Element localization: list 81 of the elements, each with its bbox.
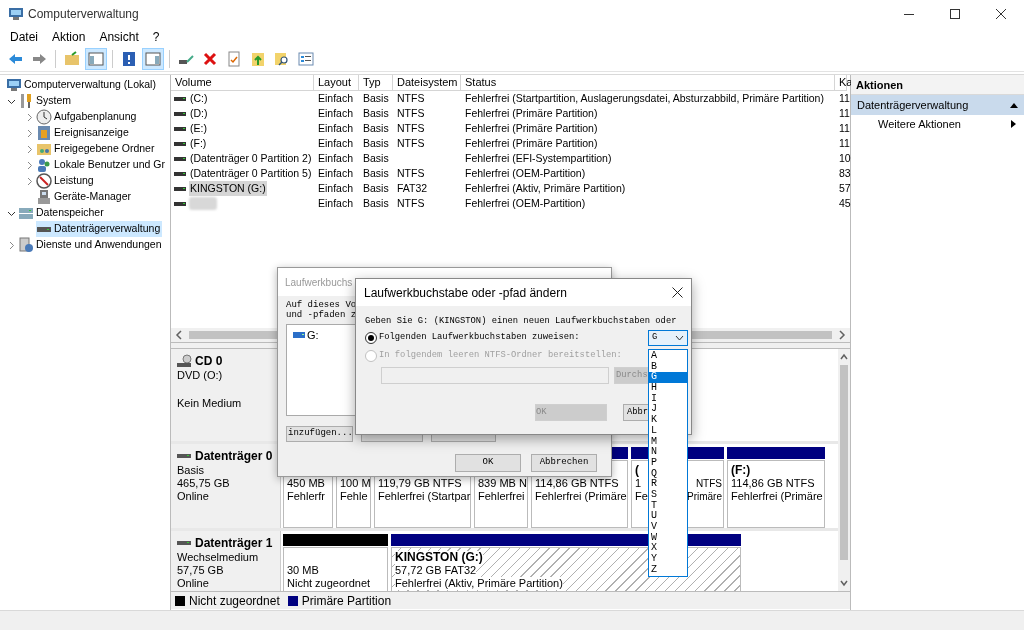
- disk-name: CD 0: [195, 355, 223, 367]
- partition-status: Fehlerfrei (Startpar: [378, 490, 471, 503]
- dialog-title: Laufwerkbuchstabe oder -pfad ändern: [364, 284, 567, 302]
- partition-status: Nicht zugeordnet: [287, 577, 371, 590]
- disk-type: Wechselmedium: [177, 551, 259, 563]
- legend-label: Nicht zugeordnet: [189, 592, 280, 610]
- table-cell: Einfach: [318, 106, 354, 119]
- partition-status: Fehlerfrei: [478, 490, 525, 503]
- dialog-title: Laufwerkbuchs: [285, 275, 353, 290]
- table-cell: Einfach: [318, 121, 354, 134]
- table-cell: Einfach: [318, 166, 354, 179]
- partition-label: (: [635, 464, 639, 477]
- table-cell: NTFS: [397, 91, 425, 104]
- table-cell: 11: [839, 106, 850, 119]
- window-title: Computerverwaltung: [28, 6, 139, 23]
- disk-status: Online: [177, 577, 209, 589]
- disk-size: 465,75 GB: [177, 477, 230, 489]
- table-cell: Basis: [363, 121, 389, 134]
- panel-title: Aktionen: [851, 75, 1024, 95]
- partition-size: 114,86 GB NTFS: [535, 477, 619, 490]
- partition-status: Fe: [635, 490, 648, 503]
- partition-size: 30 MB: [287, 564, 319, 577]
- disk-status: Online: [177, 490, 209, 502]
- table-cell: NTFS: [397, 136, 425, 149]
- partition-status: Fehlerfrei (Aktiv, Primäre Partition): [395, 577, 563, 590]
- partition-size: 839 MB N: [478, 477, 527, 490]
- table-cell: Fehlerfrei (Aktiv, Primäre Partition): [465, 181, 626, 194]
- table-cell: Basis: [363, 151, 389, 164]
- table-cell: 83: [839, 166, 851, 179]
- table-cell: Fehlerfrei (Primäre Partition): [465, 106, 598, 119]
- table-cell: Fehlerfrei (EFI-Systempartition): [465, 151, 612, 164]
- partition-size: 450 MB: [287, 477, 325, 490]
- partition-size: 114,86 GB NTFS: [731, 477, 815, 490]
- disk-name: Datenträger 1: [195, 537, 273, 549]
- disk-type: DVD (O:): [177, 369, 223, 381]
- partition-status: Primäre: [687, 490, 722, 503]
- legend-label: Primäre Partition: [301, 592, 392, 610]
- table-cell: Fehlerfrei (OEM-Partition): [465, 166, 586, 179]
- partition-size: 1: [635, 477, 642, 490]
- table-cell: Fehlerfrei (OEM-Partition): [465, 196, 586, 209]
- table-cell: Einfach: [318, 151, 354, 164]
- partition-status: Fehlerfr: [287, 490, 325, 503]
- table-cell: Einfach: [318, 181, 354, 194]
- dialog-text: Geben Sie G: (KINGSTON) einen neuen Laufwerkbuchstaben oder: [365, 315, 678, 327]
- partition-label: KINGSTON (G:): [395, 551, 483, 564]
- disk-size: 57,75 GB: [177, 564, 224, 576]
- table-cell: 11: [839, 136, 850, 149]
- table-cell: NTFS: [397, 196, 425, 209]
- table-cell: 11: [839, 91, 850, 104]
- table-cell: Einfach: [318, 136, 354, 149]
- partition-label: (F:): [731, 464, 751, 477]
- partition-size: 100 M: [340, 477, 371, 490]
- table-cell: FAT32: [397, 181, 428, 194]
- table-cell: Fehlerfrei (Startpartition, Auslagerungsdatei, Absturzabbild, Primäre Partition): [465, 91, 824, 104]
- table-cell: 11: [839, 121, 850, 134]
- table-cell: Basis: [363, 196, 389, 209]
- disk-type: Basis: [177, 464, 204, 476]
- dialog-text: und -pfaden z: [286, 310, 357, 320]
- table-cell: Einfach: [318, 91, 354, 104]
- table-cell: NTFS: [397, 121, 425, 134]
- table-cell: Fehlerfrei (Primäre Partition): [465, 136, 598, 149]
- partition-size: 57,72 GB FAT32: [395, 564, 477, 577]
- partition-status: Fehle: [340, 490, 368, 503]
- table-cell: 45: [839, 196, 851, 209]
- table-cell: NTFS: [397, 166, 425, 179]
- partition-size: 119,79 GB NTFS: [378, 477, 462, 490]
- disk-name: Datenträger 0: [195, 450, 273, 462]
- partition-size: NTFS: [695, 477, 722, 490]
- table-cell: Einfach: [318, 196, 354, 209]
- disk-status: Kein Medium: [177, 397, 242, 409]
- table-cell: Fehlerfrei (Primäre Partition): [465, 121, 598, 134]
- table-cell: NTFS: [397, 106, 425, 119]
- table-cell: 57: [839, 181, 851, 194]
- table-cell: Basis: [363, 166, 389, 179]
- table-cell: Basis: [363, 91, 389, 104]
- table-cell: Basis: [363, 136, 389, 149]
- table-cell: Basis: [363, 106, 389, 119]
- partition-status: Fehlerfrei (Primäre: [535, 490, 627, 503]
- table-cell: 10: [839, 151, 851, 164]
- partition-status: Fehlerfrei (Primäre: [731, 490, 823, 503]
- table-cell: Basis: [363, 181, 389, 194]
